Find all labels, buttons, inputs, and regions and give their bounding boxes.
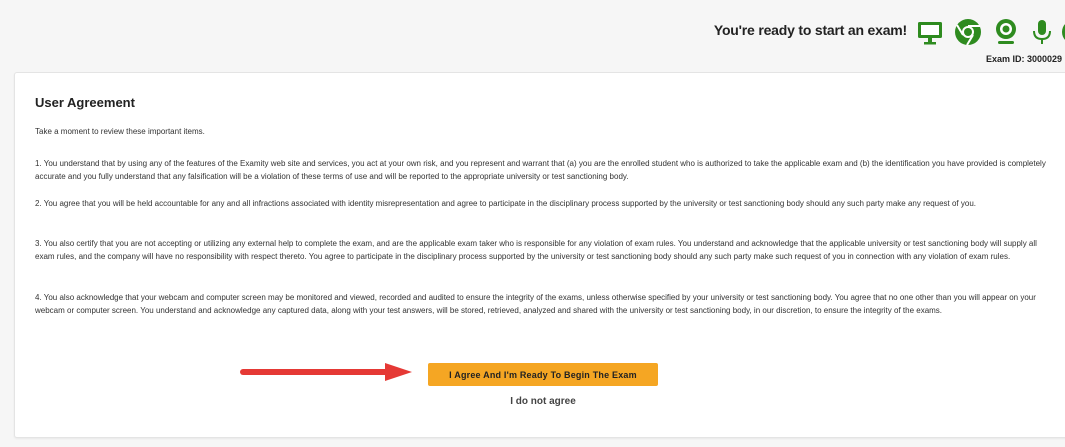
- exam-id: Exam ID: 3000029: [986, 54, 1063, 64]
- agreement-item-3: 3. You also certify that you are not acc…: [35, 239, 1037, 261]
- webcam-icon: [991, 17, 1021, 47]
- intro-text: Take a moment to review these important …: [35, 127, 205, 136]
- monitor-icon: [915, 17, 945, 47]
- agree-button[interactable]: I Agree And I'm Ready To Begin The Exam: [428, 363, 658, 386]
- page-title: User Agreement: [35, 95, 135, 110]
- disagree-link[interactable]: I do not agree: [428, 396, 658, 407]
- user-agreement-card: User Agreement Take a moment to review t…: [14, 72, 1065, 438]
- top-bar: You're ready to start an exam! Exam ID: …: [0, 0, 1065, 70]
- microphone-icon: [1027, 17, 1057, 47]
- palette-icon: [1059, 17, 1065, 47]
- ready-status-text: You're ready to start an exam!: [713, 22, 907, 38]
- agreement-item-1: 1. You understand that by using any of t…: [35, 159, 1046, 181]
- red-arrow-icon: [240, 363, 412, 381]
- chrome-icon: [953, 17, 983, 47]
- agreement-item-4: 4. You also acknowledge that your webcam…: [35, 293, 1036, 315]
- agreement-item-2: 2. You agree that you will be held accou…: [35, 199, 976, 208]
